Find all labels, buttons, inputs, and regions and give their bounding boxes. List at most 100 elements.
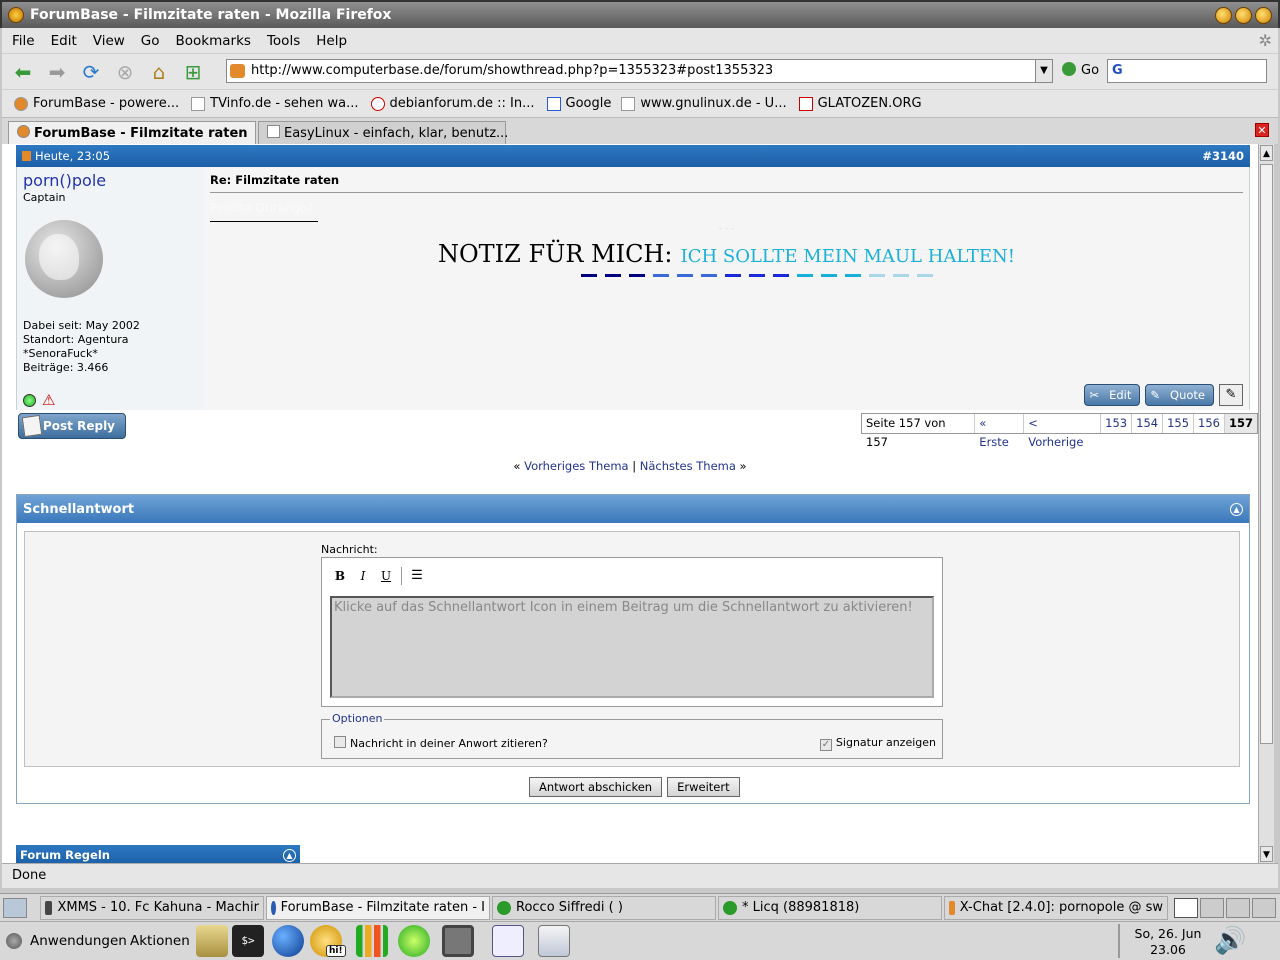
page-156[interactable]: 156 (1193, 414, 1224, 433)
actions-menu[interactable]: Aktionen (130, 933, 190, 949)
terminal-icon[interactable]: $> (232, 925, 264, 957)
forward-arrow-icon[interactable]: ➡ (44, 59, 70, 85)
task-rocco[interactable]: Rocco Siffredi ( ) (492, 896, 716, 920)
workspace-3[interactable] (1226, 898, 1250, 918)
bookmark-google[interactable]: Google (546, 96, 611, 111)
go-label: Go (1081, 63, 1100, 78)
avatar (25, 220, 103, 298)
stop-icon[interactable]: ⊗ (112, 59, 138, 85)
bookmark-glatozen[interactable]: GLATOZEN.ORG (798, 96, 922, 111)
page-154[interactable]: 154 (1131, 414, 1162, 433)
bookmark-forumbase[interactable]: ForumBase - powere... (14, 96, 179, 111)
next-thread-link[interactable]: Nächstes Thema (640, 459, 736, 473)
edit-button[interactable]: ✂ Edit (1084, 384, 1141, 406)
quote-button[interactable]: ✎ Quote (1145, 384, 1214, 406)
back-arrow-icon[interactable]: ⬅ (10, 59, 36, 85)
bookmark-tvinfo[interactable]: TVinfo.de - sehen wa... (191, 96, 359, 111)
tab-easylinux[interactable]: EasyLinux - einfach, klar, benutz... (258, 121, 508, 145)
tab-forumbase[interactable]: ForumBase - Filmzitate raten (8, 121, 256, 145)
reload-icon[interactable]: ⟳ (78, 59, 104, 85)
task-licq[interactable]: * Licq (88981818) (718, 896, 942, 920)
document-icon[interactable] (492, 925, 524, 957)
italic-button[interactable]: I (353, 566, 373, 586)
close-tab-icon[interactable]: ✕ (1255, 123, 1269, 137)
collapse-icon[interactable]: ▲ (1230, 502, 1243, 516)
file-cabinet-icon[interactable] (196, 925, 228, 957)
options-fieldset: Optionen Nachricht in deiner Anwort ziti… (321, 712, 943, 759)
url-input[interactable]: http://www.computerbase.de/forum/showthr… (226, 59, 1036, 83)
panel-separator (1118, 924, 1120, 958)
search-input[interactable]: G (1107, 59, 1267, 83)
browser-globe-icon[interactable] (272, 925, 304, 957)
menu-tools[interactable]: Tools (267, 33, 300, 49)
google-icon (546, 96, 561, 111)
window-list-taskbar: XMMS - 10. Fc Kahuna - Machir ForumBase … (0, 893, 1280, 921)
window-titlebar[interactable]: ForumBase - Filmzitate raten - Mozilla F… (0, 0, 1280, 28)
page-153[interactable]: 153 (1100, 414, 1131, 433)
task-xmms[interactable]: XMMS - 10. Fc Kahuna - Machir (40, 896, 264, 920)
xchat-icon (949, 901, 955, 915)
forum-rules-header: Forum Regeln ▲ (16, 845, 300, 863)
workspace-2[interactable] (1200, 898, 1224, 918)
bold-button[interactable]: B (330, 566, 350, 586)
bookmark-debianforum[interactable]: debianforum.de :: In... (370, 96, 535, 111)
menu-view[interactable]: View (93, 33, 125, 49)
multiquote-icon[interactable]: ✎ (1219, 384, 1243, 406)
home-icon[interactable]: ⌂ (146, 59, 172, 85)
page-first[interactable]: « Erste (974, 414, 1023, 449)
menu-edit[interactable]: Edit (51, 33, 77, 49)
post-reply-button[interactable]: Post Reply (18, 413, 126, 439)
new-tab-icon[interactable]: ⊞ (180, 59, 206, 85)
minimize-button[interactable] (1215, 6, 1232, 24)
quote-option[interactable]: Nachricht in deiner Anwort zitieren? (334, 736, 548, 750)
mail-icon[interactable] (538, 925, 570, 957)
applications-menu[interactable]: Anwendungen (30, 933, 127, 949)
advanced-button[interactable]: Erweitert (667, 777, 740, 797)
page-155[interactable]: 155 (1162, 414, 1193, 433)
message-editor: B I U ☰ Klicke auf das Schnellantwort Ic… (321, 557, 943, 707)
report-warning-icon[interactable]: ⚠ (42, 391, 55, 409)
message-textarea[interactable]: Klicke auf das Schnellantwort Icon in ei… (330, 596, 934, 698)
workspace-4[interactable] (1252, 898, 1276, 918)
page-prev[interactable]: < Vorherige (1023, 414, 1100, 449)
go-button[interactable]: Go (1062, 62, 1099, 78)
collapse-icon[interactable]: ▲ (283, 848, 296, 862)
foot-menu-icon[interactable] (6, 933, 22, 949)
quote-checkbox[interactable] (334, 736, 346, 748)
bookmark-gnulinux[interactable]: www.gnulinux.de - U... (621, 96, 787, 111)
url-dropdown-button[interactable]: ▼ (1035, 59, 1053, 83)
underline-button[interactable]: U (376, 566, 396, 586)
close-window-button[interactable] (1255, 6, 1272, 24)
glatozen-icon (798, 96, 813, 111)
monitor-icon[interactable] (442, 925, 474, 957)
post-number[interactable]: #3140 (1202, 149, 1244, 163)
menu-help[interactable]: Help (316, 33, 347, 49)
submit-reply-button[interactable]: Antwort abschicken (529, 777, 663, 797)
toolbar-separator (401, 567, 402, 585)
menu-file[interactable]: File (12, 33, 35, 49)
menu-go[interactable]: Go (141, 33, 160, 49)
maximize-button[interactable] (1235, 6, 1252, 24)
previous-thread-link[interactable]: Vorheriges Thema (524, 459, 628, 473)
page-info: Seite 157 von 157 (866, 416, 946, 449)
scrollbar-thumb[interactable] (1260, 164, 1273, 744)
workspace-1[interactable] (1174, 898, 1198, 918)
scroll-up-icon[interactable]: ▲ (1260, 145, 1273, 161)
tab-bar: ForumBase - Filmzitate raten EasyLinux -… (2, 117, 1278, 145)
signature-option[interactable]: ✓ Signatur anzeigen (819, 736, 936, 751)
task-firefox[interactable]: ForumBase - Filmzitate raten - I (266, 896, 490, 920)
scroll-down-icon[interactable]: ▼ (1260, 846, 1273, 862)
vertical-scrollbar[interactable]: ▲ ▼ (1258, 144, 1274, 863)
emoticon-icon[interactable]: ☰ (407, 566, 427, 586)
clock[interactable]: So, 26. Jun 23.06 (1128, 926, 1208, 958)
task-xchat[interactable]: X-Chat [2.4.0]: pornopole @ sw (944, 896, 1168, 920)
page-current: 157 (1223, 414, 1257, 433)
volume-speaker-icon[interactable]: 🔊 (1214, 926, 1246, 956)
username-link[interactable]: porn()pole (23, 171, 198, 190)
equalizer-icon[interactable] (356, 925, 388, 957)
licq-flower-icon[interactable] (398, 925, 430, 957)
firefox-icon (271, 901, 276, 915)
show-desktop-icon[interactable] (3, 898, 27, 918)
signature-checkbox[interactable]: ✓ (819, 739, 832, 751)
menu-bookmarks[interactable]: Bookmarks (176, 33, 251, 49)
